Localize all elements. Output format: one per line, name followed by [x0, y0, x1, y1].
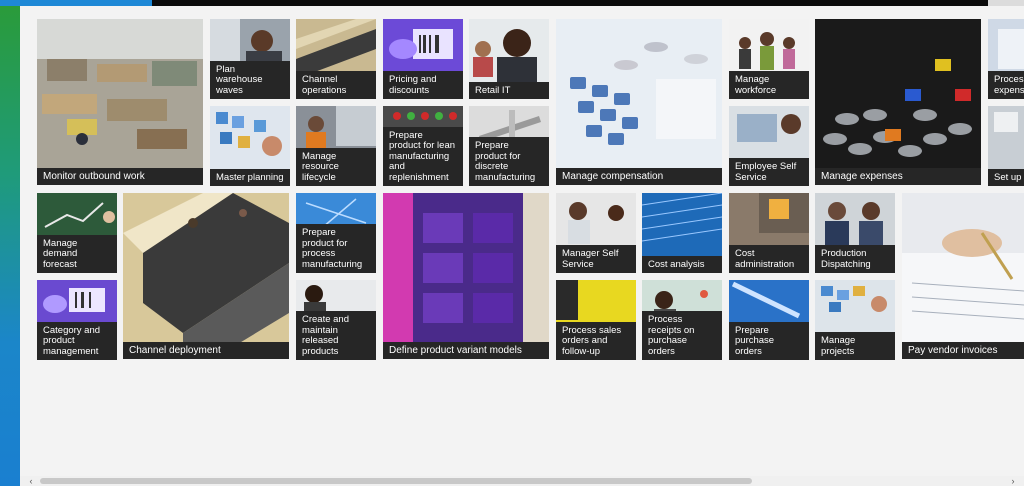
tile-manage-resource-lifecycle[interactable]: Manage resource lifecycle [296, 106, 376, 186]
tile-process-receipts[interactable]: Process receipts on purchase orders [642, 280, 722, 360]
tile-caption: Manage projects [815, 332, 895, 360]
tile-caption: Pay vendor invoices [902, 341, 1024, 359]
tile-caption: Category and product management [37, 321, 117, 360]
tile-master-planning[interactable]: Master planning [210, 106, 290, 186]
tile-manager-self-service[interactable]: Manager Self Service [556, 193, 636, 273]
scroll-left-icon[interactable]: ‹ [24, 476, 38, 486]
tile-pay-vendor-invoices[interactable]: Pay vendor invoices [902, 193, 1024, 359]
tile-manage-expenses[interactable]: Manage expenses [815, 19, 981, 185]
tile-process-sales-orders[interactable]: Process sales orders and follow-up [556, 280, 636, 360]
tile-cost-administration[interactable]: Cost administration [729, 193, 809, 273]
tile-caption: Prepare purchase orders [729, 321, 809, 360]
tile-monitor-outbound-work[interactable]: Monitor outbound work [37, 19, 203, 185]
escalator-large-photo-icon [123, 193, 289, 359]
tile-caption: Prepare product for discrete manufacturi… [469, 137, 549, 186]
tile-caption: Prepare product for lean manufacturing a… [383, 126, 463, 186]
scrollbar-thumb[interactable] [40, 478, 752, 484]
tile-caption: Master planning [210, 168, 290, 186]
boxes-photo-icon [383, 193, 549, 359]
tile-employee-self-service[interactable]: Employee Self Service [729, 106, 809, 186]
scroll-right-icon[interactable]: › [1006, 476, 1020, 486]
tile-channel-operations[interactable]: Channel operations [296, 19, 376, 99]
tile-caption: Channel deployment [123, 341, 289, 359]
tile-caption: Manage resource lifecycle [296, 147, 376, 186]
left-nav-strip[interactable] [0, 6, 20, 486]
tile-caption: Manage compensation [556, 167, 722, 185]
tile-caption: Process expense [988, 71, 1024, 99]
tile-caption: Manage workforce [729, 71, 809, 99]
tile-define-product-variant-models[interactable]: Define product variant models [383, 193, 549, 359]
tile-caption: Monitor outbound work [37, 167, 203, 185]
tile-caption: Plan warehouse waves [210, 60, 290, 99]
tile-manage-workforce[interactable]: Manage workforce [729, 19, 809, 99]
tile-caption: Cost administration [729, 245, 809, 273]
signing-photo-icon [902, 193, 1024, 359]
tile-caption: Process receipts on purchase orders [642, 311, 722, 360]
tile-manage-projects[interactable]: Manage projects [815, 280, 895, 360]
tile-caption: Cost analysis [642, 255, 722, 273]
calculator-photo-icon [556, 19, 722, 185]
horizontal-scrollbar[interactable]: ‹ › [20, 476, 1024, 486]
tile-caption: Prepare product for process manufacturin… [296, 224, 376, 273]
tile-manage-demand-forecast[interactable]: Manage demand forecast [37, 193, 117, 273]
tile-caption: Production Dispatching [815, 245, 895, 273]
tile-process-expense[interactable]: Process expense [988, 19, 1024, 99]
tile-caption: Manage demand forecast [37, 234, 117, 273]
tile-caption: Manager Self Service [556, 245, 636, 273]
tile-manage-compensation[interactable]: Manage compensation [556, 19, 722, 185]
tile-set-up-manag[interactable]: Set up manag [988, 106, 1024, 186]
tile-plan-warehouse-waves[interactable]: Plan warehouse waves [210, 19, 290, 99]
tile-caption: Define product variant models [383, 341, 549, 359]
tile-cost-analysis[interactable]: Cost analysis [642, 193, 722, 273]
tile-caption: Employee Self Service [729, 158, 809, 186]
tile-caption: Manage expenses [815, 167, 981, 185]
tile-create-maintain-released-products[interactable]: Create and maintain released products [296, 280, 376, 360]
tile-category-product-management[interactable]: Category and product management [37, 280, 117, 360]
coins-photo-icon [815, 19, 981, 185]
tile-pricing-and-discounts[interactable]: Pricing and discounts [383, 19, 463, 99]
tile-caption: Retail IT [469, 81, 549, 99]
tile-prepare-purchase-orders[interactable]: Prepare purchase orders [729, 280, 809, 360]
tile-prepare-product-lean[interactable]: Prepare product for lean manufacturing a… [383, 106, 463, 186]
tile-workspace: Monitor outbound work Plan warehouse wav… [20, 6, 1024, 476]
tile-caption: Set up manag [988, 168, 1024, 186]
tile-caption: Pricing and discounts [383, 71, 463, 99]
warehouse-photo-icon [37, 19, 203, 185]
tile-caption: Create and maintain released products [296, 311, 376, 360]
tile-prepare-product-discrete[interactable]: Prepare product for discrete manufacturi… [469, 106, 549, 186]
tile-retail-it[interactable]: Retail IT [469, 19, 549, 99]
tile-production-dispatching[interactable]: Production Dispatching [815, 193, 895, 273]
tile-channel-deployment[interactable]: Channel deployment [123, 193, 289, 359]
tile-caption: Channel operations [296, 71, 376, 99]
tile-prepare-product-process[interactable]: Prepare product for process manufacturin… [296, 193, 376, 273]
tile-caption: Process sales orders and follow-up [556, 321, 636, 360]
